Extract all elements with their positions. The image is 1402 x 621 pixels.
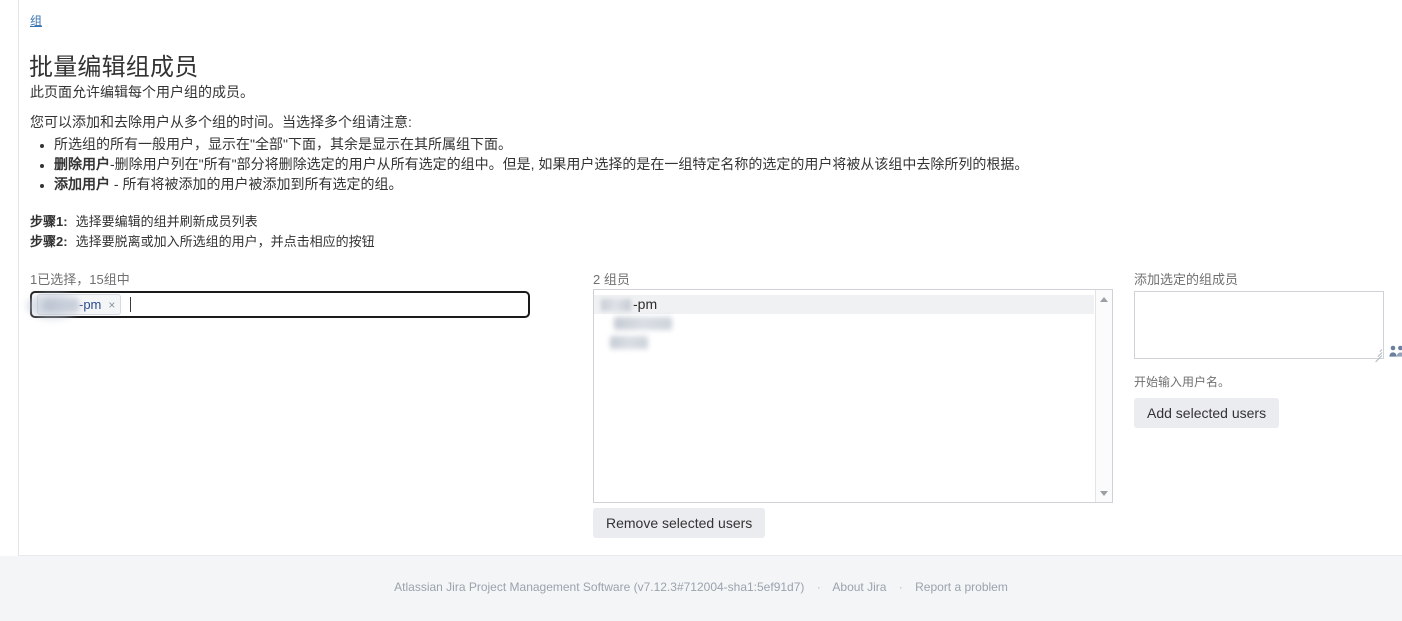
report-problem-link[interactable]: Report a problem	[915, 580, 1008, 594]
note-bold: 添加用户	[54, 176, 110, 192]
step-row: 步骤1: 选择要编辑的组并刷新成员列表	[30, 212, 375, 232]
note-item: 所选组的所有一般用户，显示在"全部"下面，其余是显示在其所属组下面。	[54, 134, 1028, 154]
footer-area: Atlassian Jira Project Management Softwa…	[0, 556, 1402, 621]
redacted-text-icon	[601, 298, 631, 311]
members-list[interactable]: -pm	[594, 290, 1094, 502]
text-caret	[130, 297, 132, 312]
add-members-hint: 开始输入用户名。	[1134, 375, 1231, 389]
remove-selected-users-button[interactable]: Remove selected users	[593, 508, 766, 538]
step-label: 步骤1:	[30, 214, 68, 229]
note-text: - 所有将被添加的用户被添加到所有选定的组。	[110, 176, 403, 192]
footer-separator: ·	[816, 580, 821, 594]
note-item: 添加用户 - 所有将被添加的用户被添加到所有选定的组。	[54, 174, 1028, 194]
members-panel-label: 2 组员	[593, 272, 630, 287]
user-group-picker-icon[interactable]	[1389, 344, 1402, 358]
groups-selection-label: 1已选择，15组中	[30, 272, 130, 287]
footer-product-text: Atlassian Jira Project Management Softwa…	[394, 580, 805, 594]
chip-remove-icon[interactable]: ×	[108, 298, 115, 312]
step-label: 步骤2:	[30, 234, 68, 249]
add-members-textarea[interactable]	[1134, 291, 1384, 359]
list-item[interactable]	[594, 333, 1094, 352]
step-text: 选择要编辑的组并刷新成员列表	[75, 214, 258, 229]
members-list-scrollbar[interactable]	[1095, 290, 1112, 502]
footer-separator: ·	[898, 580, 903, 594]
add-members-label: 添加选定的组成员	[1134, 272, 1239, 287]
footer-content: Atlassian Jira Project Management Softwa…	[0, 580, 1402, 594]
redacted-text-icon	[614, 317, 672, 330]
notes-list: 所选组的所有一般用户，显示在"全部"下面，其余是显示在其所属组下面。 删除用户-…	[30, 134, 1028, 194]
selected-group-chip[interactable]: -pm ×	[37, 294, 122, 315]
redacted-text-icon	[44, 298, 78, 311]
step-text: 选择要脱离或加入所选组的用户，并点击相应的按钮	[75, 234, 375, 249]
groups-multiselect-field[interactable]: -pm ×	[30, 291, 530, 318]
members-listbox[interactable]: -pm	[593, 289, 1113, 503]
left-border-rule	[18, 0, 19, 556]
intro-paragraph-1: 此页面允许编辑每个用户组的成员。	[30, 84, 254, 100]
caret-up-icon	[1100, 296, 1108, 302]
about-jira-link[interactable]: About Jira	[832, 580, 886, 594]
redacted-text-icon	[610, 336, 648, 349]
caret-down-icon	[1100, 490, 1108, 496]
chip-label: -pm	[79, 297, 102, 312]
page-root: 组 批量编辑组成员 此页面允许编辑每个用户组的成员。 您可以添加和去除用户从多个…	[0, 0, 1402, 621]
scroll-up-button[interactable]	[1096, 291, 1112, 307]
list-item[interactable]	[594, 314, 1094, 333]
note-text: -删除用户列在"所有"部分将删除选定的用户从所有选定的组中。但是, 如果用户选择…	[110, 156, 1029, 172]
steps-block: 步骤1: 选择要编辑的组并刷新成员列表 步骤2: 选择要脱离或加入所选组的用户，并点…	[30, 212, 375, 252]
optgroup-label-text: -pm	[633, 296, 658, 312]
content-canvas: 组 批量编辑组成员 此页面允许编辑每个用户组的成员。 您可以添加和去除用户从多个…	[0, 0, 1402, 556]
step-row: 步骤2: 选择要脱离或加入所选组的用户，并点击相应的按钮	[30, 232, 375, 252]
intro-paragraph-2: 您可以添加和去除用户从多个组的时间。当选择多个组请注意:	[30, 114, 412, 130]
members-optgroup-header[interactable]: -pm	[594, 295, 1094, 314]
page-title: 批量编辑组成员	[29, 54, 199, 82]
add-selected-users-button[interactable]: Add selected users	[1134, 398, 1280, 428]
scroll-down-button[interactable]	[1096, 485, 1112, 501]
breadcrumb-groups-link[interactable]: 组	[30, 12, 42, 29]
note-bold: 删除用户	[54, 156, 110, 172]
note-item: 删除用户-删除用户列在"所有"部分将删除选定的用户从所有选定的组中。但是, 如果…	[54, 154, 1028, 174]
note-text: 所选组的所有一般用户，显示在"全部"下面，其余是显示在其所属组下面。	[54, 136, 512, 152]
